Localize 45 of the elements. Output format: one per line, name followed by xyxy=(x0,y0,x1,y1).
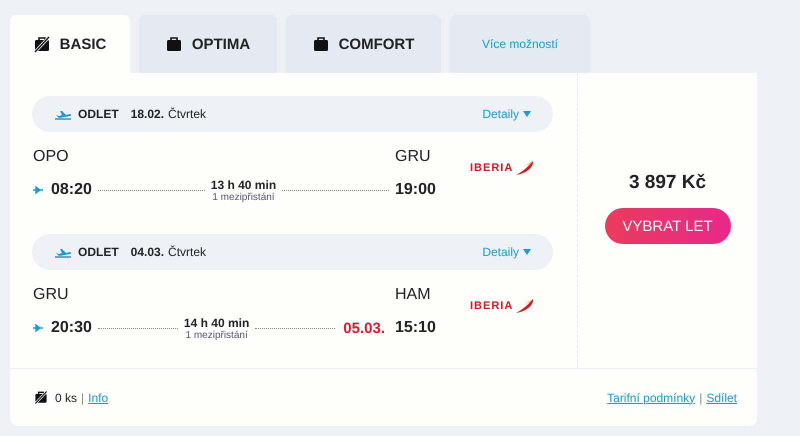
airport-code: HAM xyxy=(395,286,432,305)
stops-count: 1 mezipřistání xyxy=(185,330,248,340)
arrival-time: 19:00 xyxy=(395,180,437,200)
bag-icon xyxy=(166,36,182,52)
weekday: Čtvrtek xyxy=(168,107,206,121)
flight-date: 18.02. xyxy=(130,107,164,121)
weekday: Čtvrtek xyxy=(168,245,206,259)
crossed-bag-icon xyxy=(34,36,50,52)
departure-time: 08:20 xyxy=(51,181,92,199)
plane-icon xyxy=(33,324,43,332)
bag-icon xyxy=(312,36,329,52)
separator: | xyxy=(81,390,84,404)
direction-label: ODLET xyxy=(78,107,119,121)
fare-tab[interactable]: BASIC xyxy=(10,15,130,73)
caret-icon xyxy=(523,249,531,255)
info-link[interactable]: Info xyxy=(88,390,108,404)
more-options-tab[interactable]: Více možností xyxy=(450,15,590,73)
swoosh-icon xyxy=(514,160,534,176)
select-flight-button[interactable]: VYBRAT LET xyxy=(604,208,730,244)
stops-count: 1 mezipřistání xyxy=(212,192,275,202)
crossed-bag-icon xyxy=(34,390,48,404)
fare-tab[interactable]: COMFORT xyxy=(286,15,441,73)
fare-tab[interactable]: OPTIMA xyxy=(139,15,277,73)
price: 3 897 Kč xyxy=(628,172,706,194)
flight-date: 04.03. xyxy=(130,245,164,259)
airline-logo-text: IBERIA xyxy=(470,162,514,174)
plane-icon xyxy=(33,186,43,194)
arrival-time: 15:10 xyxy=(395,318,437,338)
flight-duration: 14 h 40 min xyxy=(184,316,250,330)
separator: | xyxy=(699,390,702,404)
airport-code: GRU xyxy=(395,148,432,167)
details-link[interactable]: Detaily xyxy=(482,107,531,121)
share-link[interactable]: Sdílet xyxy=(706,390,737,404)
airport-code: OPO xyxy=(33,148,70,167)
fare-conditions-link[interactable]: Tarifní podmínky xyxy=(607,390,696,404)
direction-label: ODLET xyxy=(78,245,119,259)
baggage-count: 0 ks xyxy=(55,390,78,404)
flight-duration: 13 h 40 min xyxy=(210,178,276,192)
swoosh-icon xyxy=(514,298,534,314)
details-link[interactable]: Detaily xyxy=(482,245,531,259)
departure-time: 20:30 xyxy=(51,319,92,337)
caret-icon xyxy=(523,111,531,117)
airline-logo-text: IBERIA xyxy=(470,300,514,312)
arrival-date: 05.03. xyxy=(343,320,386,336)
airport-code: GRU xyxy=(33,286,70,305)
